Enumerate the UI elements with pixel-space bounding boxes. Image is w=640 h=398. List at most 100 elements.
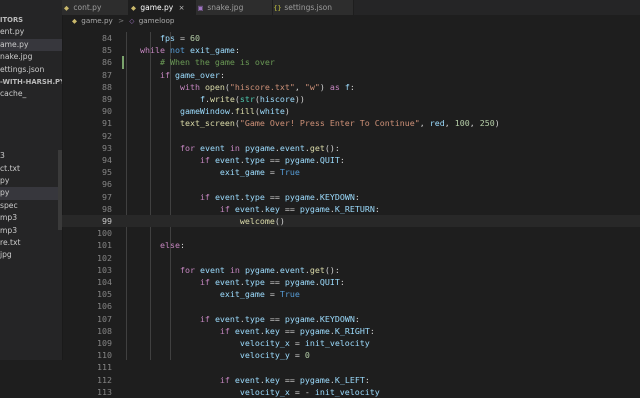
explorer-item[interactable]: jpg <box>0 249 62 261</box>
code-token: : <box>354 191 360 202</box>
explorer-item[interactable]: 3 <box>0 150 62 162</box>
code-line[interactable]: 97 if event.type == pygame.KEYDOWN: <box>62 191 640 203</box>
code-line[interactable]: 113 velocity_x = - init_velocity <box>62 386 640 398</box>
code-text: for event in pygame.event.get(): <box>120 142 340 154</box>
code-token: event <box>279 264 305 275</box>
code-line[interactable]: 103 for event in pygame.event.get(): <box>62 264 640 276</box>
explorer-item[interactable]: py <box>0 187 62 200</box>
code-line[interactable]: 99 welcome() <box>62 215 640 228</box>
code-line[interactable]: 101 else: <box>62 239 640 251</box>
code-line[interactable]: 91 text_screen("Game Over! Press Enter T… <box>62 117 640 129</box>
code-line[interactable]: 88 with open("hiscore.txt", "w") as f: <box>62 81 640 93</box>
explorer-item[interactable]: spec <box>0 200 62 212</box>
code-line[interactable]: 95 exit_game = True <box>62 166 640 178</box>
code-line[interactable]: 102 <box>62 252 640 264</box>
code-text: if event.type == pygame.QUIT: <box>120 276 345 288</box>
code-line[interactable]: 96 <box>62 178 640 190</box>
code-line[interactable]: 104 if event.type == pygame.QUIT: <box>62 276 640 288</box>
code-line[interactable]: 86 # When the game is over <box>62 56 640 69</box>
line-number: 90 <box>102 106 112 117</box>
code-line[interactable]: 92 <box>62 130 640 142</box>
line-number: 113 <box>97 386 112 397</box>
code-text: welcome() <box>120 215 285 227</box>
line-number: 102 <box>97 252 112 263</box>
tab-game-py[interactable]: ◆ game.py × <box>129 0 196 15</box>
code-line[interactable]: 106 <box>62 300 640 312</box>
code-line[interactable]: 105 exit_game = True <box>62 288 640 300</box>
explorer-item[interactable]: ettings.json <box>0 64 62 76</box>
image-file-icon: ▣ <box>197 4 204 12</box>
explorer-item[interactable]: mp3 <box>0 225 62 237</box>
code-line[interactable]: 98 if event.key == pygame.K_RETURN: <box>62 203 640 215</box>
explorer-item[interactable] <box>0 138 62 150</box>
code-token: : <box>364 374 370 385</box>
code-line[interactable]: 107 if event.type == pygame.KEYDOWN: <box>62 313 640 325</box>
code-token: fill <box>234 106 255 117</box>
code-line[interactable]: 87 if game_over: <box>62 69 640 81</box>
code-line[interactable]: 93 for event in pygame.event.get(): <box>62 142 640 154</box>
explorer-item[interactable]: ent.py <box>0 26 62 38</box>
code-line[interactable]: 112 if event.key == pygame.K_LEFT: <box>62 374 640 386</box>
line-number: 88 <box>102 81 112 92</box>
explorer-item[interactable]: cache_ <box>0 88 62 100</box>
code-token: welcome <box>239 216 275 226</box>
code-line[interactable]: 84 fps = 60 <box>62 32 640 44</box>
explorer-item[interactable] <box>0 126 62 138</box>
code-line[interactable]: 94 if event.type == pygame.QUIT: <box>62 154 640 166</box>
code-line[interactable]: 109 velocity_x = init_velocity <box>62 337 640 349</box>
code-token: white <box>259 106 285 117</box>
explorer-item[interactable]: re.txt <box>0 237 62 249</box>
code-token: K_RIGHT <box>334 325 370 336</box>
code-token: : <box>179 240 185 251</box>
code-token: gameWindow <box>179 106 230 117</box>
explorer-item[interactable] <box>0 113 62 125</box>
code-token: = <box>264 167 280 178</box>
line-number: 105 <box>97 289 112 300</box>
code-token: : <box>349 81 355 92</box>
code-token: == <box>279 203 300 214</box>
explorer-item[interactable]: ame.py <box>0 38 62 52</box>
code-token: as <box>329 81 340 92</box>
code-line[interactable]: 111 <box>62 361 640 373</box>
close-icon[interactable]: × <box>179 1 188 16</box>
tab-snake-jpg[interactable]: ▣ snake.jpg <box>196 0 273 15</box>
code-token: hiscore <box>259 94 295 104</box>
code-token: key <box>264 203 280 214</box>
explorer-item[interactable]: nake.jpg <box>0 51 62 63</box>
code-token: "hiscore.txt" <box>229 81 295 92</box>
code-line[interactable]: 100 <box>62 227 640 239</box>
code-token: : <box>374 203 380 214</box>
explorer-item[interactable]: ct.txt <box>0 163 62 175</box>
code-token: : <box>354 313 360 324</box>
line-number: 87 <box>102 69 112 80</box>
breadcrumb-separator: > <box>118 16 125 25</box>
line-number: 89 <box>102 94 112 104</box>
explorer-item[interactable]: ITORS <box>0 14 62 26</box>
code-line[interactable]: 89 f.write(str(hiscore)) <box>62 93 640 105</box>
code-token: event <box>214 313 240 324</box>
tab-settings-json[interactable]: {} settings.json <box>273 0 354 15</box>
explorer-item[interactable]: mp3 <box>0 212 62 224</box>
code-text: if event.type == pygame.QUIT: <box>120 154 345 166</box>
tab-cont-py[interactable]: ◆ cont.py <box>62 0 129 15</box>
code-editor[interactable]: 84 fps = 60 85 while not exit_game: 86 # W… <box>62 32 640 397</box>
explorer-item[interactable]: -WITH-HARSH.PY... <box>0 76 62 88</box>
explorer-item[interactable]: py <box>0 175 62 187</box>
tab-label: game.py <box>140 3 174 12</box>
code-text: with open("hiscore.txt", "w") as f: <box>120 81 355 93</box>
code-token: (): <box>324 142 340 153</box>
breadcrumb-symbol[interactable]: gameloop <box>139 16 175 25</box>
code-token: pygame <box>284 155 315 165</box>
code-line[interactable]: 108 if event.key == pygame.K_RIGHT: <box>62 325 640 337</box>
explorer-item[interactable] <box>0 101 62 113</box>
breadcrumb-file[interactable]: game.py <box>81 16 113 25</box>
line-number: 108 <box>97 325 112 336</box>
code-line[interactable]: 90 gameWindow.fill(white) <box>62 105 640 117</box>
code-line[interactable]: 85 while not exit_game: <box>62 44 640 56</box>
code-token: == <box>264 313 285 324</box>
